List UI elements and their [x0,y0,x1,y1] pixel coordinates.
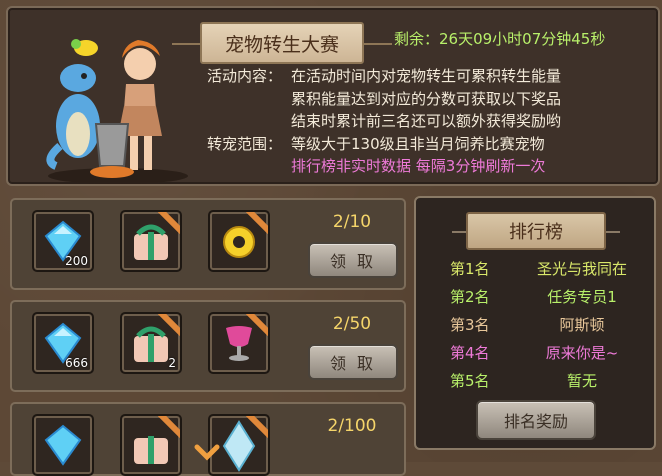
reward-row: 2/100 [10,402,406,476]
rank-player-name: 阿斯顿 [559,316,605,334]
item-count: 2 [168,356,176,370]
rank-position: 第4名 [450,344,490,362]
progress-text: 2/10 [332,212,372,232]
chain-icon [246,212,268,234]
remaining-time: 剩余：26天09小时07分钟45秒 [394,30,606,48]
range-label: 转宠范围： [207,134,283,153]
desc-label: 活动内容： [207,67,283,85]
reward-slot[interactable] [208,210,270,272]
rank-player-name: 任务专员1 [547,288,617,306]
rank-player-name: 原来你是~ [545,344,619,362]
chain-icon [246,416,268,438]
reward-slot[interactable] [120,210,182,272]
ranking-title: 排行榜 [452,212,620,250]
ranking-title-text: 排行榜 [509,222,563,243]
chain-icon [158,314,180,336]
blue-diamond-icon [44,424,82,466]
item-count: 200 [65,254,88,268]
reward-slot[interactable]: 666 [32,312,94,374]
reward-slot[interactable] [208,312,270,374]
claim-button[interactable]: 领 取 [308,344,398,380]
event-description: 活动内容： 在活动时间内对宠物转生可累积转生能量 累积能量达到对应的分数可获取以下… [207,65,561,178]
ranking-panel: 排行榜 第1名 圣光与我同在 第2名 任务专员1 第3名 阿斯顿 第4名 原来你… [414,196,656,450]
pet-character-art [46,39,188,184]
rank-player-name: 暂无 [566,372,597,390]
rank-position: 第5名 [450,372,490,390]
progress-text: 2/50 [332,314,372,334]
item-count: 666 [65,356,88,370]
rank-position: 第1名 [450,260,490,278]
reward-slot[interactable]: 200 [32,210,94,272]
rank-player-name: 圣光与我同在 [536,260,627,278]
rank-reward-button[interactable]: 排名奖励 [476,400,596,440]
desc-line: 累积能量达到对应的分数可获取以下奖品 [291,89,562,108]
range-text: 等级大于130级且非当月饲养比赛宠物 [291,134,545,153]
chevron-down-icon[interactable] [194,444,220,462]
reward-slot[interactable]: 2 [120,312,182,374]
refresh-notice: 排行榜非实时数据 每隔3分钟刷新一次 [291,157,546,175]
chain-icon [246,314,268,336]
desc-line: 在活动时间内对宠物转生可累积转生能量 [291,67,562,85]
event-title-text: 宠物转生大赛 [224,33,339,56]
desc-line: 结束时累计前三名还可以额外获得奖励哟 [291,112,562,130]
reward-slot[interactable] [32,414,94,476]
chain-icon [158,416,180,438]
rank-position: 第2名 [450,288,490,306]
chain-icon [158,212,180,234]
claim-button[interactable]: 领 取 [308,242,398,278]
reward-row: 666 2 2/50 领 取 [10,300,406,392]
reward-slot[interactable] [120,414,182,476]
progress-text: 2/100 [327,416,377,436]
event-title: 宠物转生大赛 [172,22,392,64]
event-info-panel: 宠物转生大赛 剩余：26天09小时07分钟45秒 活动内容： 在活动时间内对宠物转… [6,6,660,186]
rank-position: 第3名 [450,316,490,334]
reward-row: 200 2/10 领 取 [10,198,406,290]
